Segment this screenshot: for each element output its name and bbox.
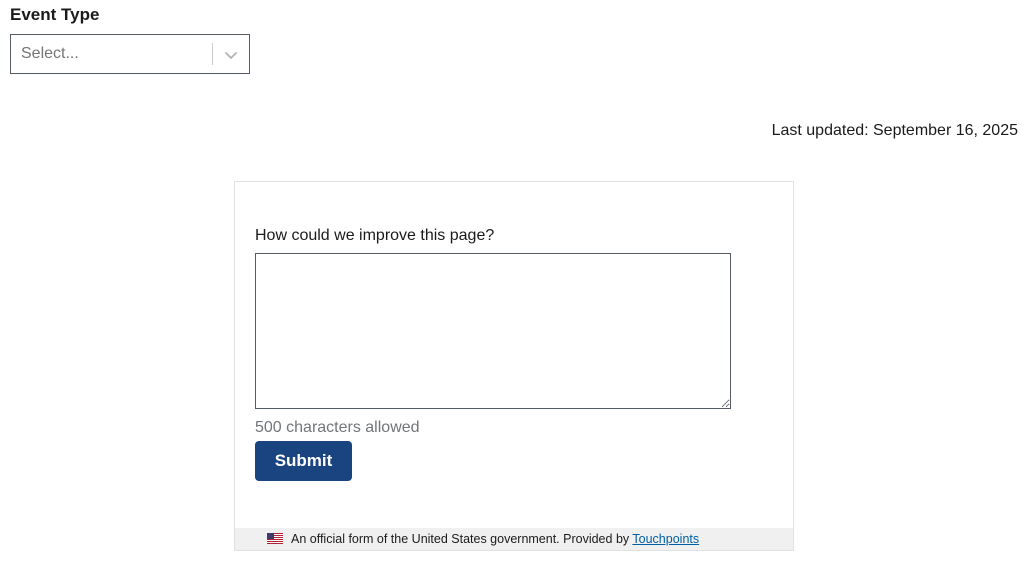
event-type-select-placeholder: Select... xyxy=(21,45,79,62)
feedback-question-label: How could we improve this page? xyxy=(255,227,495,244)
event-type-select[interactable]: Select... xyxy=(10,34,250,74)
chevron-down-icon[interactable] xyxy=(221,45,241,65)
character-limit-hint: 500 characters allowed xyxy=(255,419,420,436)
event-type-label: Event Type xyxy=(10,5,100,24)
submit-button[interactable]: Submit xyxy=(255,441,352,481)
feedback-textarea[interactable] xyxy=(255,253,731,409)
page: Event Type Select... Last updated: Septe… xyxy=(0,0,1028,578)
select-separator xyxy=(212,43,213,65)
us-flag-icon xyxy=(267,533,283,544)
touchpoints-link[interactable]: Touchpoints xyxy=(632,532,699,546)
form-footer: An official form of the United States go… xyxy=(235,528,793,550)
feedback-form: How could we improve this page? 500 char… xyxy=(234,181,794,551)
last-updated-text: Last updated: September 16, 2025 xyxy=(771,122,1018,139)
official-form-text: An official form of the United States go… xyxy=(291,532,630,546)
footer-text-wrapper: An official form of the United States go… xyxy=(291,532,699,546)
